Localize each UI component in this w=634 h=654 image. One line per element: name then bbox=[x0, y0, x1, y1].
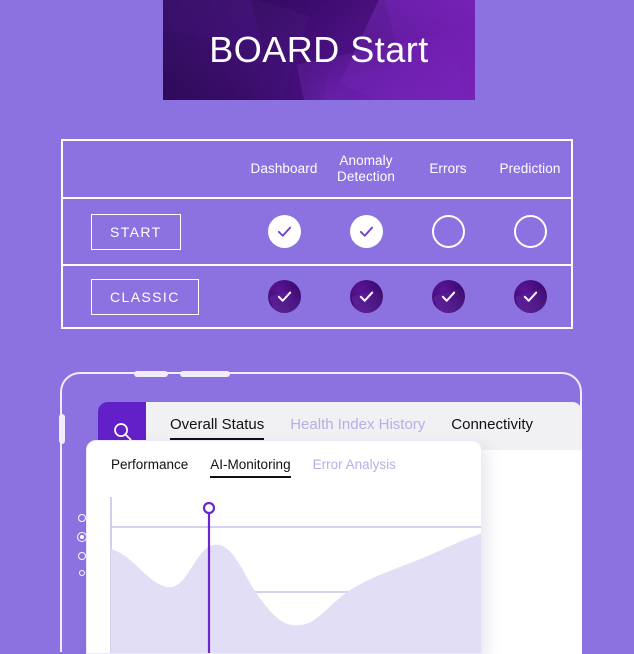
row-label-cell-start: START bbox=[63, 213, 243, 250]
check-dark-icon bbox=[267, 280, 301, 313]
column-header-line1: Dashboard bbox=[250, 161, 318, 177]
indicator-dot bbox=[79, 570, 85, 576]
banner-title: BOARD Start bbox=[209, 29, 429, 70]
cell-start-dashboard bbox=[243, 215, 325, 248]
indicator-dot bbox=[78, 552, 86, 560]
tablet-mockup: Overall Status Health Index History Conn… bbox=[58, 370, 582, 654]
tablet-top-button-a bbox=[134, 370, 168, 377]
check-filled-icon bbox=[267, 215, 301, 248]
start-tag: START bbox=[91, 213, 181, 250]
indicator-dot bbox=[78, 514, 86, 522]
column-header-line2: Detection bbox=[337, 169, 395, 184]
tablet-side-button bbox=[58, 414, 65, 444]
card-tab-bar: Performance AI-Monitoring Error Analysis bbox=[87, 441, 481, 478]
column-header-anomaly-detection: Anomaly Detection bbox=[325, 153, 407, 185]
row-label-cell-classic: CLASSIC bbox=[63, 278, 243, 315]
chart-area-series bbox=[111, 533, 481, 653]
tab-connectivity[interactable]: Connectivity bbox=[451, 416, 533, 436]
chart-marker-point bbox=[202, 501, 216, 515]
card-tab-ai-monitoring[interactable]: AI-Monitoring bbox=[210, 457, 291, 478]
cell-start-prediction bbox=[489, 215, 571, 248]
column-header-prediction: Prediction bbox=[489, 161, 571, 177]
tab-overall-status[interactable]: Overall Status bbox=[170, 416, 265, 441]
column-header-errors: Errors bbox=[407, 161, 489, 177]
column-header-dashboard: Dashboard bbox=[243, 161, 325, 177]
empty-circle-icon bbox=[513, 215, 547, 248]
column-header-line1: Errors bbox=[429, 161, 467, 177]
cell-classic-dashboard bbox=[243, 280, 325, 313]
cell-classic-errors bbox=[407, 280, 489, 313]
card-tab-error-analysis[interactable]: Error Analysis bbox=[313, 457, 396, 475]
ai-monitoring-area-chart bbox=[110, 497, 481, 653]
check-filled-icon bbox=[349, 215, 383, 248]
column-header-line1: Anomaly bbox=[339, 153, 393, 169]
table-header-row: Dashboard Anomaly Detection Errors Predi… bbox=[63, 141, 571, 197]
classic-tag: CLASSIC bbox=[91, 278, 199, 315]
check-dark-icon bbox=[513, 280, 547, 313]
empty-circle-icon bbox=[431, 215, 465, 248]
board-start-banner: BOARD Start bbox=[163, 0, 475, 100]
cell-classic-prediction bbox=[489, 280, 571, 313]
check-dark-icon bbox=[431, 280, 465, 313]
cell-start-errors bbox=[407, 215, 489, 248]
tablet-top-button-b bbox=[180, 370, 230, 377]
comparison-table: Dashboard Anomaly Detection Errors Predi… bbox=[61, 139, 573, 329]
check-dark-icon bbox=[349, 280, 383, 313]
cell-start-anomaly-detection bbox=[325, 215, 407, 248]
table-row-start: START bbox=[63, 197, 571, 264]
table-row-classic: CLASSIC bbox=[63, 264, 571, 327]
column-header-line1: Prediction bbox=[499, 161, 561, 177]
cell-classic-anomaly-detection bbox=[325, 280, 407, 313]
card-tab-performance[interactable]: Performance bbox=[111, 457, 188, 475]
status-card: Performance AI-Monitoring Error Analysis bbox=[86, 440, 482, 654]
tab-health-index-history[interactable]: Health Index History bbox=[290, 416, 425, 436]
